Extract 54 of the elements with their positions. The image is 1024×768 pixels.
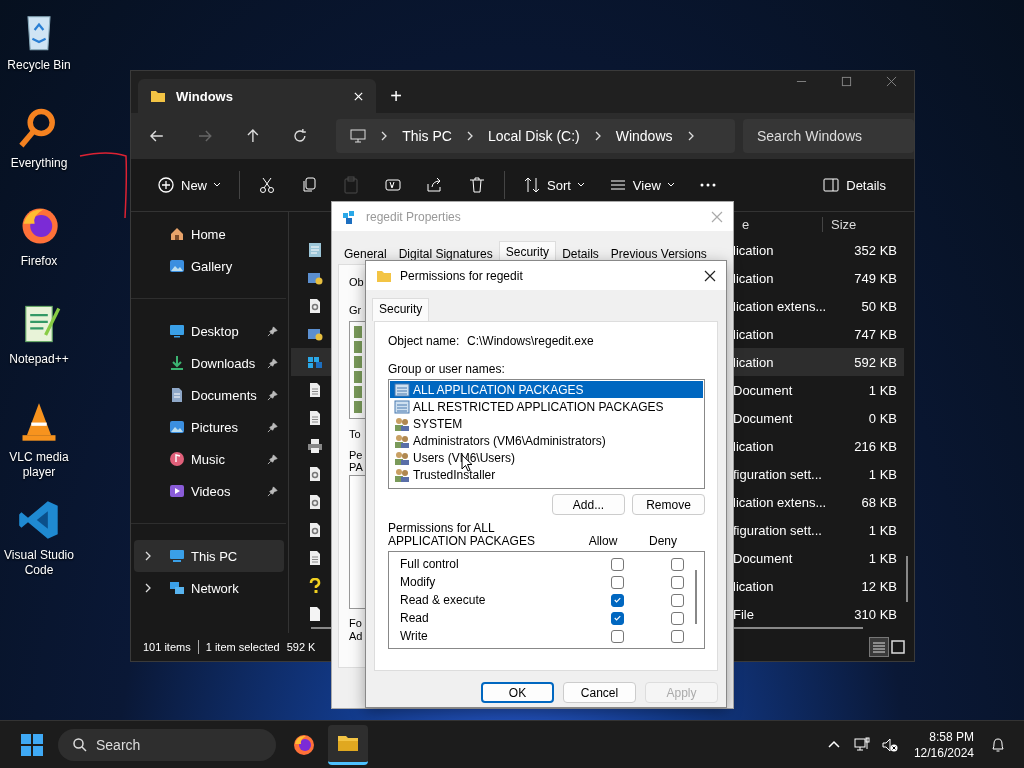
- permission-name: Read: [399, 611, 430, 625]
- size-cell-text: 68 KB: [860, 494, 898, 510]
- size-cell-text: 352 KB: [853, 242, 898, 258]
- type-cell-text: lication: [733, 326, 775, 342]
- allow-header: Allow: [587, 534, 619, 548]
- time-text: 8:58 PM: [929, 728, 974, 745]
- size-cell-text: 592 KB: [853, 354, 898, 370]
- object-name-value: C:\Windows\regedit.exe: [467, 334, 594, 348]
- size-cell-text: 310 KB: [853, 606, 898, 622]
- size-cell-text: 747 KB: [853, 326, 898, 342]
- item-count: 101 items: [143, 641, 191, 653]
- label: Gr: [349, 303, 362, 317]
- type-cell-text: lication: [733, 270, 775, 286]
- size-cell-text: 50 KB: [860, 298, 898, 314]
- deny-header: Deny: [648, 534, 678, 548]
- type-cell-text: lication extens...: [733, 298, 828, 314]
- label: Ad: [349, 630, 363, 643]
- size-cell-text: 12 KB: [860, 578, 898, 594]
- type-cell-text: lication extens...: [733, 494, 828, 510]
- type-cell-text: lication: [733, 242, 775, 258]
- label: Ob: [349, 275, 364, 289]
- selection-info: 1 item selected: [205, 641, 280, 653]
- permission-name: Full control: [399, 557, 460, 571]
- type-cell-text: Document: [733, 410, 794, 426]
- size-cell-text: 1 KB: [867, 382, 898, 398]
- type-cell-text: File: [733, 606, 755, 622]
- type-cell-text: lication: [733, 438, 775, 454]
- type-cell-text: figuration sett...: [733, 466, 823, 482]
- date-text: 12/16/2024: [913, 744, 974, 761]
- size-cell-text: 0 KB: [867, 410, 898, 426]
- size-cell-text: 216 KB: [853, 438, 898, 454]
- dialog-title: regedit Properties: [366, 209, 461, 224]
- permission-name: Modify: [399, 575, 437, 589]
- object-name-label: Object name:: [388, 334, 461, 348]
- size-cell-text: 1 KB: [867, 466, 898, 482]
- type-cell-text: lication: [733, 354, 775, 370]
- type-cell-text: Document: [733, 382, 794, 398]
- size-cell-text: 1 KB: [867, 522, 898, 538]
- dialog-title: Permissions for regedit: [400, 268, 523, 283]
- size-cell-text: 1 KB: [867, 550, 898, 566]
- label: Pe: [349, 449, 363, 461]
- type-cell-text: lication: [733, 578, 775, 594]
- type-cell-text: figuration sett...: [733, 522, 823, 538]
- permission-name: Read & execute: [399, 593, 487, 607]
- permission-name: Write: [399, 629, 429, 643]
- label: To: [349, 427, 361, 441]
- label: Fo: [349, 617, 362, 630]
- label: PA: [349, 461, 363, 473]
- group-list-label: Group or user names:: [388, 362, 506, 376]
- permissions-label: Permissions for ALL APPLICATION PACKAGES: [388, 522, 536, 548]
- size-cell-text: 749 KB: [853, 270, 898, 286]
- tab-title: Windows: [176, 88, 234, 104]
- selection-size: 592 K: [286, 641, 316, 653]
- type-cell-text: Document: [733, 550, 794, 566]
